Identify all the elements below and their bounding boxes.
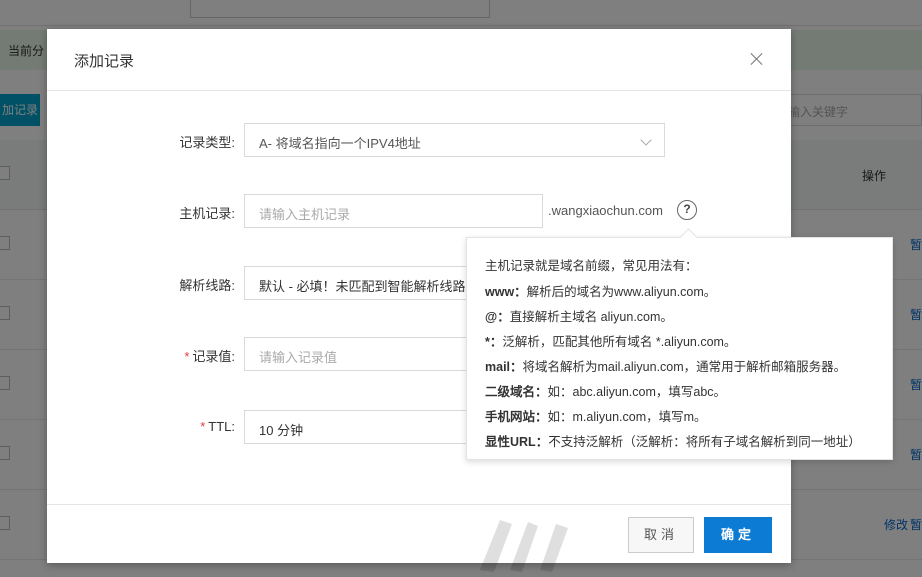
record-type-row: 记录类型: A- 将域名指向一个IPV4地址: [47, 123, 791, 157]
record-value-placeholder: 请输入记录值: [259, 350, 338, 365]
tooltip-item: 显性URL：不支持泛解析（泛解析：将所有子域名解析到同一地址）: [485, 431, 861, 450]
tooltip-item-text: 泛解析，匹配其他所有域名 *.aliyun.com。: [502, 335, 737, 349]
cancel-button[interactable]: 取消: [628, 517, 694, 553]
dialog-title: 添加记录: [74, 53, 135, 70]
tooltip-item-key: 手机网站：: [485, 410, 548, 424]
close-icon[interactable]: [747, 49, 767, 69]
record-type-label: 记录类型:: [179, 135, 235, 150]
chevron-down-icon: [640, 134, 652, 146]
tooltip-item: 手机网站：如：m.aliyun.com，填写m。: [485, 406, 707, 425]
tooltip-item: @：直接解析主域名 aliyun.com。: [485, 306, 673, 325]
record-type-select[interactable]: A- 将域名指向一个IPV4地址: [244, 123, 665, 157]
tooltip-item-key: 二级域名：: [485, 385, 548, 399]
tooltip-item-key: *：: [485, 335, 503, 349]
watermark-graphic: [480, 520, 568, 572]
host-record-input[interactable]: 请输入主机记录: [244, 194, 543, 228]
ttl-label-text: TTL:: [208, 419, 235, 434]
host-record-placeholder: 请输入主机记录: [259, 207, 351, 222]
tooltip-item: *：泛解析，匹配其他所有域名 *.aliyun.com。: [485, 331, 736, 350]
tooltip-item-text: 直接解析主域名 aliyun.com。: [509, 310, 673, 324]
record-value-label-text: 记录值:: [192, 349, 235, 364]
host-record-help-tooltip: 主机记录就是域名前缀，常见用法有： www：解析后的域名为www.aliyun.…: [466, 237, 893, 460]
required-mark: *: [200, 419, 206, 434]
ttl-label: * TTL:: [200, 419, 235, 434]
resolution-line-label: 解析线路:: [179, 278, 235, 293]
tooltip-item: 二级域名：如：abc.aliyun.com，填写abc。: [485, 381, 726, 400]
tooltip-item: www：解析后的域名为www.aliyun.com。: [485, 281, 716, 300]
tooltip-item-text: 将域名解析为mail.aliyun.com，通常用于解析邮箱服务器。: [522, 360, 847, 374]
tooltip-item-text: 如：m.aliyun.com，填写m。: [547, 410, 707, 424]
resolution-line-value: 默认 - 必填！未匹配到智能解析线路: [259, 279, 466, 294]
tooltip-item-key: www：: [485, 285, 527, 299]
domain-suffix: .wangxiaochun.com: [548, 203, 663, 218]
ok-button[interactable]: 确定: [704, 517, 772, 553]
dialog-footer: 取消 确定: [47, 504, 791, 563]
tooltip-intro: 主机记录就是域名前缀，常见用法有：: [485, 259, 698, 273]
question-circle-icon[interactable]: ?: [677, 200, 697, 220]
tooltip-item-key: mail：: [485, 360, 523, 374]
tooltip-item: mail：将域名解析为mail.aliyun.com，通常用于解析邮箱服务器。: [485, 356, 846, 375]
tooltip-item-text: 解析后的域名为www.aliyun.com。: [526, 285, 717, 299]
tooltip-item-key: @：: [485, 310, 510, 324]
host-record-label: 主机记录:: [179, 206, 235, 221]
ttl-value: 10 分钟: [259, 423, 304, 438]
tooltip-item-text: 不支持泛解析（泛解析：将所有子域名解析到同一地址）: [548, 435, 861, 449]
required-mark: *: [184, 349, 190, 364]
record-type-value: A- 将域名指向一个IPV4地址: [259, 136, 421, 151]
host-record-row: 主机记录: 请输入主机记录 .wangxiaochun.com ?: [47, 194, 791, 228]
dialog-header: 添加记录: [47, 29, 791, 91]
tooltip-item-text: 如：abc.aliyun.com，填写abc。: [547, 385, 727, 399]
record-value-label: * 记录值:: [184, 346, 235, 365]
tooltip-item-key: 显性URL：: [485, 435, 549, 449]
